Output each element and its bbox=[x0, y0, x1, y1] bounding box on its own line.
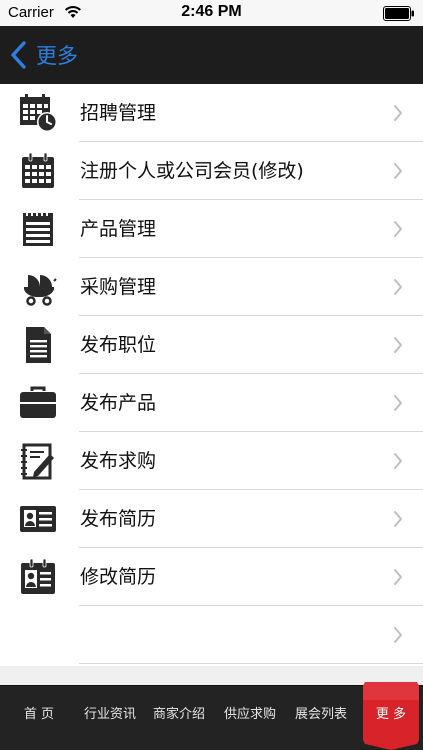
menu-item-label: 发布求购 bbox=[80, 450, 157, 472]
id-card-icon bbox=[20, 506, 56, 532]
tab-merchants[interactable]: 商家介绍 bbox=[146, 686, 212, 750]
menu-item-label: 发布职位 bbox=[80, 334, 157, 356]
calendar-grid-icon bbox=[22, 152, 54, 188]
menu-item-post-job[interactable]: 发布职位 bbox=[0, 316, 423, 374]
document-icon bbox=[26, 327, 51, 363]
notepad-pencil-icon bbox=[21, 443, 54, 480]
menu-item-purchase-management[interactable]: 采购管理 bbox=[0, 258, 423, 316]
chevron-left-icon bbox=[11, 41, 26, 69]
chevron-right-icon bbox=[394, 569, 402, 585]
battery-icon bbox=[383, 6, 414, 21]
briefcase-icon bbox=[20, 386, 56, 418]
menu-item-post-purchase-request[interactable]: 发布求购 bbox=[0, 432, 423, 490]
menu-item-member-registration[interactable]: 注册个人或公司会员(修改) bbox=[0, 142, 423, 200]
back-button[interactable]: 更多 bbox=[8, 37, 78, 73]
chevron-right-icon bbox=[394, 337, 402, 353]
chevron-right-icon bbox=[394, 511, 402, 527]
chevron-right-icon bbox=[394, 453, 402, 469]
menu-item-post-resume[interactable]: 发布简历 bbox=[0, 490, 423, 548]
tab-more[interactable]: 更 多 bbox=[361, 686, 421, 750]
menu-item-label: 采购管理 bbox=[80, 276, 157, 298]
chevron-right-icon bbox=[394, 627, 402, 643]
menu-item-label: 注册个人或公司会员(修改) bbox=[80, 160, 304, 182]
tab-bar: 首 页 行业资讯 商家介绍 供应求购 展会列表 更 多 bbox=[0, 682, 423, 750]
menu-item-recruitment-management[interactable]: 招聘管理 bbox=[0, 84, 423, 142]
menu-item-label: 招聘管理 bbox=[80, 102, 157, 124]
tab-home[interactable]: 首 页 bbox=[0, 686, 78, 750]
menu-item-product-management[interactable]: 产品管理 bbox=[0, 200, 423, 258]
menu-item-label: 发布产品 bbox=[80, 392, 157, 414]
chevron-right-icon bbox=[394, 221, 402, 237]
tab-exhibitions[interactable]: 展会列表 bbox=[286, 686, 356, 750]
menu-item-post-product[interactable]: 发布产品 bbox=[0, 374, 423, 432]
tab-industry-news[interactable]: 行业资讯 bbox=[78, 686, 142, 750]
chevron-right-icon bbox=[394, 279, 402, 295]
chevron-right-icon bbox=[394, 163, 402, 179]
id-badge-icon bbox=[21, 558, 55, 594]
notepad-icon bbox=[23, 211, 53, 246]
menu-item-label: 修改简历 bbox=[80, 566, 157, 588]
navigation-bar: 更多 bbox=[0, 26, 423, 84]
list-footer-gap bbox=[0, 666, 423, 685]
chevron-right-icon bbox=[394, 395, 402, 411]
back-label: 更多 bbox=[36, 44, 78, 68]
tab-supply-demand[interactable]: 供应求购 bbox=[216, 686, 284, 750]
menu-item-label: 发布简历 bbox=[80, 508, 157, 530]
menu-item-blank[interactable] bbox=[0, 606, 423, 664]
status-time: 2:46 PM bbox=[181, 3, 242, 20]
calendar-clock-icon bbox=[20, 94, 57, 132]
status-bar: Carrier 2:46 PM bbox=[0, 0, 423, 26]
chevron-right-icon bbox=[394, 105, 402, 121]
menu-list: 招聘管理 注册个人或公司会员(修改) 产品管理 采购管理 发布职位 发布产品 发… bbox=[0, 84, 423, 666]
menu-item-label: 产品管理 bbox=[80, 218, 157, 240]
menu-item-edit-resume[interactable]: 修改简历 bbox=[0, 548, 423, 606]
baby-stroller-icon bbox=[23, 275, 57, 306]
